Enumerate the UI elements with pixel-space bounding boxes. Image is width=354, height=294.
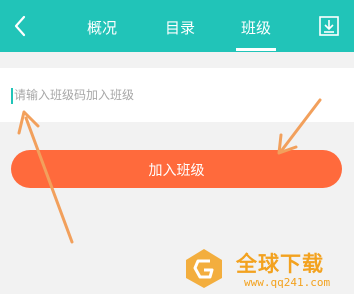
- tab-class[interactable]: 班级: [226, 0, 286, 52]
- download-button[interactable]: [316, 13, 342, 39]
- class-code-input[interactable]: [14, 82, 334, 108]
- download-icon: [319, 16, 339, 36]
- join-class-button[interactable]: 加入班级: [11, 150, 342, 188]
- tab-overview[interactable]: 概况: [72, 0, 132, 52]
- active-tab-indicator: [236, 48, 276, 51]
- watermark-text: 全球下载: [236, 252, 324, 276]
- back-button[interactable]: [6, 10, 34, 42]
- text-cursor: [11, 88, 13, 104]
- watermark-url: www.qq241.com: [244, 276, 331, 289]
- watermark: 全球下载 www.qq241.com: [180, 244, 354, 294]
- class-code-field[interactable]: [0, 68, 354, 122]
- tab-catalog[interactable]: 目录: [150, 0, 210, 52]
- top-bar: 概况 目录 班级: [0, 0, 354, 52]
- chevron-left-icon: [14, 15, 26, 37]
- watermark-logo-icon: [186, 249, 222, 288]
